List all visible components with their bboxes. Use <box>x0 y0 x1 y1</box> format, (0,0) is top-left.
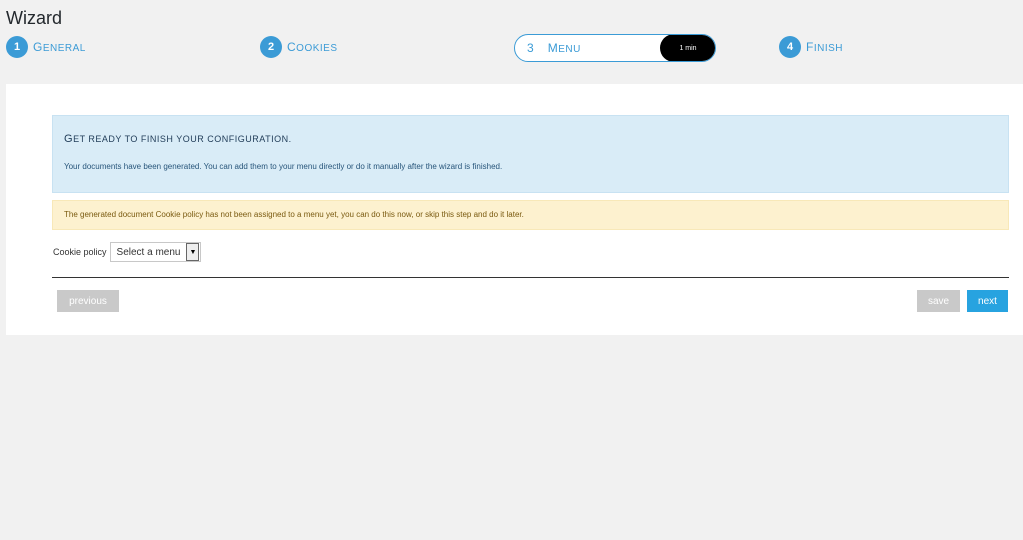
divider <box>52 277 1009 278</box>
warning-notice: The generated document Cookie policy has… <box>52 200 1009 230</box>
chevron-down-icon[interactable]: ▼ <box>186 243 200 261</box>
step-finish[interactable]: 4 Finish <box>779 34 843 60</box>
step-number: 1 <box>6 36 28 58</box>
menu-select-value: Select a menu <box>116 246 181 258</box>
info-heading: Get ready to finish your configuration. <box>64 133 292 145</box>
step-label: Cookies <box>287 40 338 54</box>
step-label: General <box>33 40 86 54</box>
menu-select[interactable]: Select a menu ▼ <box>109 242 202 262</box>
step-number: 2 <box>260 36 282 58</box>
info-text: Your documents have been generated. You … <box>64 162 503 171</box>
cookie-policy-field: Cookie policy Select a menu ▼ <box>53 242 202 262</box>
step-time-badge: 1 min <box>660 35 715 61</box>
step-label: Menu <box>547 41 581 55</box>
step-cookies[interactable]: 2 Cookies <box>260 34 338 60</box>
page-title: Wizard <box>6 8 63 28</box>
step-menu-active[interactable]: 3 Menu 1 min <box>514 34 716 62</box>
wizard-page: Wizard 1 General 2 Cookies 3 Menu 1 min … <box>0 0 1023 540</box>
wizard-card: Get ready to finish your configuration. … <box>6 84 1023 335</box>
warning-text: The generated document Cookie policy has… <box>64 210 524 219</box>
wizard-steps: 1 General 2 Cookies 3 Menu 1 min 4 Finis… <box>0 34 1023 62</box>
save-button[interactable]: save <box>917 290 960 312</box>
step-label: Finish <box>806 40 844 54</box>
step-number: 3 <box>527 41 534 55</box>
step-general[interactable]: 1 General <box>6 34 86 60</box>
info-notice: Get ready to finish your configuration. … <box>52 115 1009 193</box>
next-button[interactable]: next <box>967 290 1008 312</box>
previous-button[interactable]: previous <box>57 290 119 312</box>
step-number: 4 <box>779 36 801 58</box>
cookie-policy-label: Cookie policy <box>53 247 107 257</box>
